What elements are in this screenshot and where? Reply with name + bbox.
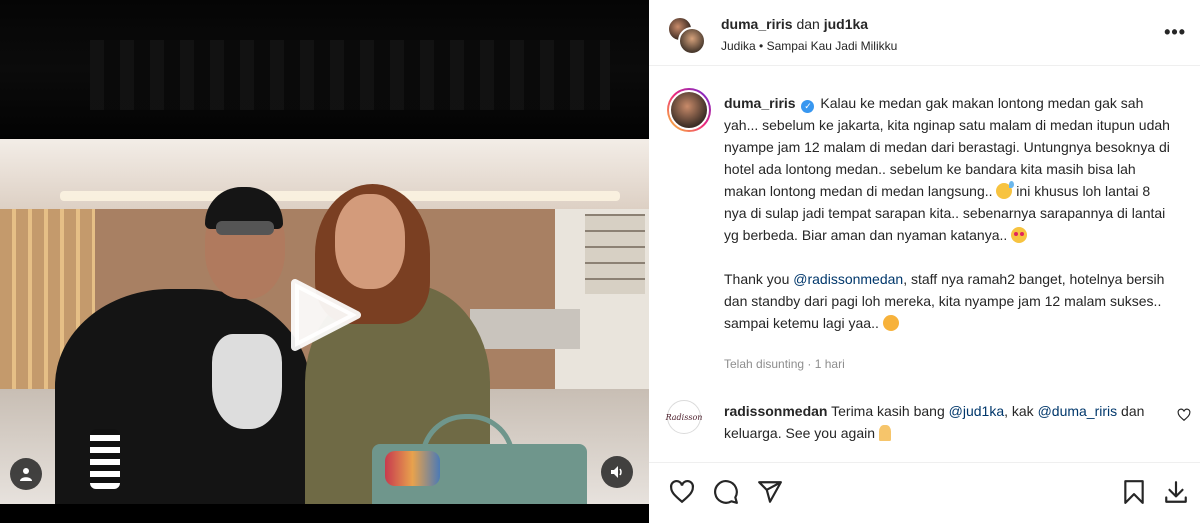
download-button[interactable] (1163, 479, 1189, 505)
collab-avatars[interactable] (667, 16, 706, 55)
download-icon (1165, 481, 1187, 503)
bookmark-icon (1124, 480, 1144, 504)
mention-link[interactable]: @duma_riris (1038, 403, 1118, 419)
audio-attribution[interactable]: Judika • Sampai Kau Jadi Milikku (721, 39, 897, 53)
post-header: duma_riris dan jud1ka Judika • Sampai Ka… (649, 0, 1200, 66)
edited-timestamp: Telah disunting · 1 hari (724, 357, 845, 371)
mention-link[interactable]: @jud1ka (949, 403, 1004, 419)
sweat-smile-emoji-icon (996, 181, 1015, 199)
comment-text: radissonmedan Terima kasih bang @jud1ka,… (724, 403, 1145, 441)
caption-text: duma_riris ✓ Kalau ke medan gak makan lo… (724, 92, 1174, 334)
avatar (678, 27, 706, 55)
author-link[interactable]: jud1ka (824, 16, 868, 32)
tagged-users-button[interactable] (10, 458, 42, 490)
share-icon (758, 481, 782, 503)
avatar[interactable] (667, 88, 711, 132)
blurred-background (90, 40, 610, 110)
comment-like-button[interactable] (1177, 408, 1191, 427)
heart-eyes-emoji-icon (1011, 227, 1028, 243)
post-authors: duma_riris dan jud1ka (721, 16, 869, 32)
caption-username[interactable]: duma_riris (724, 95, 796, 111)
smiling-hearts-emoji-icon (882, 315, 899, 331)
verified-icon: ✓ (801, 100, 815, 113)
action-bar (649, 462, 1200, 523)
comment-icon (714, 480, 738, 504)
play-icon (291, 279, 361, 351)
mention-link[interactable]: @radissonmedan (793, 271, 903, 287)
save-button[interactable] (1121, 479, 1147, 505)
author-link[interactable]: duma_riris (721, 16, 793, 32)
share-button[interactable] (757, 479, 783, 505)
audio-toggle-button[interactable] (601, 456, 633, 488)
more-options-button[interactable]: ••• (1164, 22, 1186, 43)
comment-button[interactable] (713, 479, 739, 505)
video-top-backdrop (0, 0, 649, 138)
pray-emoji-icon (878, 425, 891, 441)
post-side-panel: duma_riris dan jud1ka Judika • Sampai Ka… (649, 0, 1200, 523)
play-button[interactable] (289, 279, 361, 351)
volume-icon (611, 466, 622, 478)
user-icon (20, 468, 32, 481)
media-panel (0, 0, 649, 523)
heart-icon (670, 479, 694, 504)
caption-paragraph: Thank you @radissonmedan, staff nya rama… (724, 271, 1165, 331)
avatar[interactable]: Radisson (666, 400, 702, 434)
like-button[interactable] (669, 479, 695, 505)
comment-username[interactable]: radissonmedan (724, 403, 827, 419)
heart-icon (1177, 408, 1191, 422)
